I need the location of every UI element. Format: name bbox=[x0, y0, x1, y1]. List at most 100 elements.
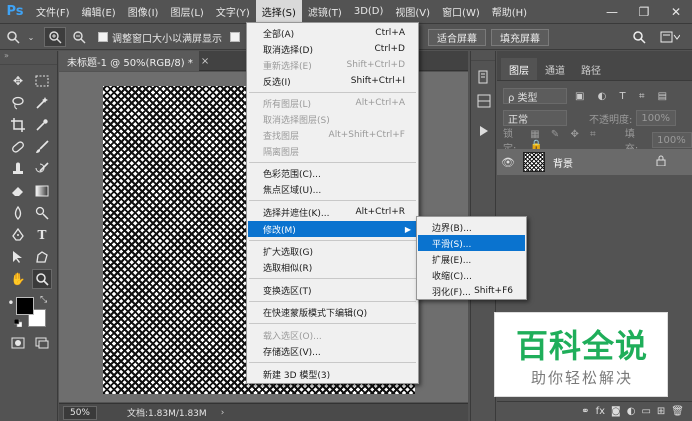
minimize-button[interactable]: — bbox=[596, 0, 628, 24]
hand-tool-icon[interactable]: ✋ bbox=[8, 269, 28, 289]
visibility-eye-icon[interactable]: 👁 bbox=[497, 156, 519, 169]
menu-file[interactable]: 文件(F) bbox=[30, 0, 76, 24]
menu-item-similar[interactable]: 选取相似(R) bbox=[248, 259, 417, 275]
zoom-level-field[interactable]: 50% bbox=[63, 405, 97, 420]
blend-mode-select[interactable]: 正常 bbox=[503, 110, 567, 126]
brush-tool-icon[interactable] bbox=[32, 137, 52, 157]
type-tool-icon[interactable]: T bbox=[32, 225, 52, 245]
workspace-icon[interactable] bbox=[656, 27, 684, 47]
properties-panel-icon[interactable] bbox=[474, 91, 494, 111]
foreground-color-swatch[interactable] bbox=[16, 297, 34, 315]
menu-item-new-3d-model[interactable]: 新建 3D 模型(3) bbox=[248, 366, 417, 382]
screen-mode-icon[interactable] bbox=[32, 333, 52, 353]
eraser-tool-icon[interactable] bbox=[8, 181, 28, 201]
tab-channels[interactable]: 通道 bbox=[537, 58, 573, 80]
menu-layer[interactable]: 图层(L) bbox=[164, 0, 209, 24]
clone-stamp-tool-icon[interactable] bbox=[8, 159, 28, 179]
default-colors-icon[interactable] bbox=[13, 318, 23, 328]
fit-screen-button[interactable]: 适合屏幕 bbox=[428, 29, 486, 46]
zoom-out-icon[interactable] bbox=[68, 27, 90, 47]
menu-item-save-selection[interactable]: 存储选区(V)... bbox=[248, 343, 417, 359]
tab-paths[interactable]: 路径 bbox=[573, 58, 609, 80]
gradient-tool-icon[interactable] bbox=[32, 181, 52, 201]
healing-brush-tool-icon[interactable] bbox=[8, 137, 28, 157]
close-tab-icon[interactable]: × bbox=[201, 56, 209, 67]
submenu-item-contract[interactable]: 收缩(C)... bbox=[418, 267, 525, 283]
delete-layer-icon[interactable]: 🗑 bbox=[671, 406, 684, 417]
history-brush-tool-icon[interactable] bbox=[32, 159, 52, 179]
close-button[interactable]: ✕ bbox=[660, 0, 692, 24]
magic-wand-tool-icon[interactable] bbox=[32, 93, 52, 113]
menu-3d[interactable]: 3D(D) bbox=[348, 0, 390, 24]
menu-item-select-and-mask[interactable]: 选择并遮住(K)... Alt+Ctrl+R bbox=[248, 204, 417, 220]
zoom-tool-preset-icon[interactable] bbox=[2, 27, 24, 47]
eyedropper-tool-icon[interactable] bbox=[32, 115, 52, 135]
dodge-tool-icon[interactable] bbox=[32, 203, 52, 223]
menu-select[interactable]: 选择(S) bbox=[255, 0, 302, 24]
restore-button[interactable]: ❐ bbox=[628, 0, 660, 24]
tab-layers[interactable]: 图层 bbox=[501, 58, 537, 80]
submenu-item-border[interactable]: 边界(B)... bbox=[418, 219, 525, 235]
crop-tool-icon[interactable] bbox=[8, 115, 28, 135]
panel-grip-icon[interactable] bbox=[471, 51, 495, 61]
menu-item-modify[interactable]: 修改(M) ▶ bbox=[248, 221, 417, 237]
pen-tool-icon[interactable] bbox=[8, 225, 28, 245]
status-menu-arrow-icon[interactable]: › bbox=[221, 408, 225, 418]
lasso-tool-icon[interactable] bbox=[8, 93, 28, 113]
menu-window[interactable]: 窗口(W) bbox=[436, 0, 486, 24]
opacity-field[interactable]: 100% bbox=[636, 110, 677, 126]
panel-grip-icon[interactable]: » bbox=[0, 51, 57, 65]
submenu-item-expand[interactable]: 扩展(E)... bbox=[418, 251, 525, 267]
menu-type[interactable]: 文字(Y) bbox=[210, 0, 256, 24]
path-selection-tool-icon[interactable] bbox=[8, 247, 28, 267]
layer-filter-row: ρ 类型 ▣ ◐ T ⌗ ▤ bbox=[497, 85, 692, 107]
move-tool-icon[interactable]: ✥ bbox=[8, 71, 28, 91]
menu-item-select-all[interactable]: 全部(A) Ctrl+A bbox=[248, 25, 417, 41]
fill-field[interactable]: 100% bbox=[652, 132, 692, 148]
zoom-all-checkbox[interactable] bbox=[230, 32, 240, 42]
layer-style-icon[interactable]: fx bbox=[596, 406, 605, 417]
resize-windows-checkbox[interactable] bbox=[98, 32, 108, 42]
menu-item-inverse[interactable]: 反选(I) Shift+Ctrl+I bbox=[248, 73, 417, 89]
history-panel-icon[interactable] bbox=[474, 67, 494, 87]
zoom-in-icon[interactable] bbox=[44, 27, 66, 47]
menu-item-transform-selection[interactable]: 变换选区(T) bbox=[248, 282, 417, 298]
blur-tool-icon[interactable] bbox=[8, 203, 28, 223]
menu-help[interactable]: 帮助(H) bbox=[486, 0, 533, 24]
menu-item-quick-mask[interactable]: 在快速蒙版模式下编辑(Q) bbox=[248, 304, 417, 320]
quick-mask-icon[interactable] bbox=[8, 333, 28, 353]
tools-panel: » ✥ T ✋ ⤡ bbox=[0, 51, 58, 421]
custom-shape-tool-icon[interactable] bbox=[32, 247, 52, 267]
menu-separator bbox=[249, 278, 416, 279]
search-icon[interactable] bbox=[628, 27, 650, 47]
swap-colors-icon[interactable]: ⤡ bbox=[40, 295, 47, 305]
play-action-icon[interactable] bbox=[474, 121, 494, 141]
zoom-tool-icon[interactable] bbox=[32, 269, 52, 289]
document-tab[interactable]: 未标题-1 @ 50%(RGB/8) * × bbox=[59, 51, 209, 71]
lock-icons[interactable]: ▦ ✎ ✥ ⌗ 🔒 bbox=[530, 129, 623, 151]
menu-item-deselect[interactable]: 取消选择(D) Ctrl+D bbox=[248, 41, 417, 57]
select-menu-dropdown: 全部(A) Ctrl+A 取消选择(D) Ctrl+D 重新选择(E) Shift+C… bbox=[246, 22, 419, 384]
new-layer-icon[interactable]: ⊞ bbox=[657, 406, 665, 417]
fill-screen-button[interactable]: 填充屏幕 bbox=[491, 29, 549, 46]
submenu-item-smooth[interactable]: 平滑(S)... bbox=[418, 235, 525, 251]
menu-item-focus-area[interactable]: 焦点区域(U)... bbox=[248, 181, 417, 197]
layer-filter-select[interactable]: ρ 类型 bbox=[503, 88, 567, 104]
layer-row-background[interactable]: 👁 背景 bbox=[497, 149, 692, 175]
menu-item-color-range[interactable]: 色彩范围(C)... bbox=[248, 165, 417, 181]
filter-icons[interactable]: ▣ ◐ T ⌗ ▤ bbox=[575, 91, 672, 102]
menu-item-grow[interactable]: 扩大选取(G) bbox=[248, 243, 417, 259]
menu-view[interactable]: 视图(V) bbox=[389, 0, 436, 24]
link-layers-icon[interactable]: ⚭ bbox=[581, 406, 589, 417]
modify-submenu: 边界(B)... 平滑(S)... 扩展(E)... 收缩(C)... 羽化(F… bbox=[416, 216, 527, 300]
menu-filter[interactable]: 滤镜(T) bbox=[302, 0, 348, 24]
new-group-icon[interactable]: ▭ bbox=[641, 406, 650, 417]
adjustment-layer-icon[interactable]: ◐ bbox=[627, 406, 636, 417]
menu-item-reselect: 重新选择(E) Shift+Ctrl+D bbox=[263, 60, 405, 72]
menu-edit[interactable]: 编辑(E) bbox=[76, 0, 122, 24]
chevron-down-icon[interactable]: ⌄ bbox=[26, 27, 36, 47]
marquee-tool-icon[interactable] bbox=[32, 71, 52, 91]
submenu-item-feather[interactable]: 羽化(F)... Shift+F6 bbox=[418, 283, 525, 299]
menu-image[interactable]: 图像(I) bbox=[122, 0, 165, 24]
add-mask-icon[interactable]: ◙ bbox=[611, 406, 621, 417]
